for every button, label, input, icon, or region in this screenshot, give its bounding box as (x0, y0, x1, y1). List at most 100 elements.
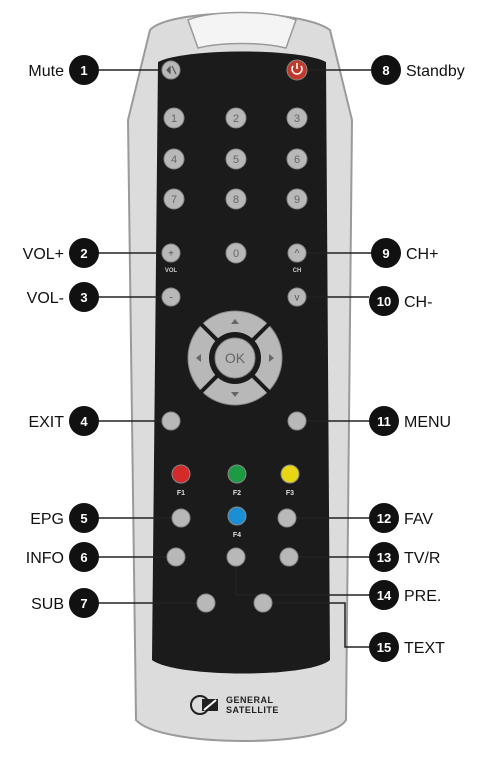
callout-number: 1 (80, 63, 87, 78)
callout-label: VOL- (27, 290, 64, 307)
digit-key-8-label: 8 (233, 194, 239, 206)
vol-label: VOL (165, 268, 178, 274)
digit-key-8[interactable]: 8 (225, 188, 247, 210)
digit-key-6-label: 6 (294, 154, 300, 166)
pre-key-shape (226, 547, 246, 567)
callout-11: 11 MENU (369, 406, 451, 436)
callout-number: 7 (80, 596, 87, 611)
remote-diagram: 1 2 34 5 67 8 90+VOL-^CHvF1 F2 F3F4 OK 1Mute2VOL… (23, 11, 465, 742)
digit-key-9-label: 9 (294, 194, 300, 206)
callout-number: 13 (377, 550, 391, 565)
f2-key[interactable] (227, 464, 247, 484)
info-key-shape (166, 547, 186, 567)
epg-key[interactable] (171, 508, 191, 528)
ch-up-key[interactable]: ^ (287, 243, 307, 263)
digit-key-5[interactable]: 5 (225, 148, 247, 170)
digit-key-4-label: 4 (171, 154, 177, 166)
f2-label: F2 (233, 490, 241, 497)
digit-key-0[interactable]: 0 (225, 242, 247, 264)
callout-3: 3 VOL- (27, 282, 99, 312)
vol-up-key[interactable]: + (161, 243, 181, 263)
vol-down-key-label: - (169, 293, 172, 304)
sub-key[interactable] (196, 593, 216, 613)
ch-down-key[interactable]: v (287, 287, 307, 307)
exit-key-shape (161, 411, 181, 431)
callout-number: 6 (80, 550, 87, 565)
callout-label: MENU (404, 414, 451, 431)
callout-number: 3 (80, 290, 87, 305)
callout-7: 7 SUB (31, 588, 99, 618)
navigation-pad: OK (187, 310, 283, 406)
callout-number: 14 (377, 588, 392, 603)
digit-key-2[interactable]: 2 (225, 107, 247, 129)
f1-label: F1 (177, 490, 185, 497)
sub-key-shape (196, 593, 216, 613)
f3-label: F3 (286, 490, 294, 497)
digit-key-9[interactable]: 9 (286, 188, 308, 210)
digit-key-6[interactable]: 6 (286, 148, 308, 170)
callout-number: 15 (377, 640, 391, 655)
callout-number: 9 (382, 246, 389, 261)
callout-number: 4 (80, 414, 88, 429)
callout-label: EXIT (28, 414, 64, 431)
brand-name: GENERAL SATELLITE (226, 695, 279, 715)
vol-down-key[interactable]: - (161, 287, 181, 307)
ch-up-key-label: ^ (295, 249, 300, 260)
epg-key-shape (171, 508, 191, 528)
f1-key[interactable] (171, 464, 191, 484)
brand-line-2: SATELLITE (226, 705, 279, 715)
callout-8: 8 Standby (371, 55, 465, 85)
callout-6: 6 INFO (26, 542, 99, 572)
menu-key-shape (287, 411, 307, 431)
f1-key-shape (171, 464, 191, 484)
mute-key-shape (161, 60, 181, 80)
callout-1: 1 Mute (28, 55, 99, 85)
exit-key[interactable] (161, 411, 181, 431)
f4-key-shape (227, 506, 247, 526)
info-key[interactable] (166, 547, 186, 567)
callout-label: TEXT (404, 640, 445, 657)
digit-key-7[interactable]: 7 (163, 188, 185, 210)
callout-12: 12 FAV (369, 503, 433, 533)
callout-10: 10 CH- (369, 286, 432, 316)
callout-label: Mute (28, 63, 64, 80)
fav-key[interactable] (277, 508, 297, 528)
mute-key[interactable] (161, 60, 181, 80)
callout-5: 5 EPG (30, 503, 99, 533)
callout-label: TV/R (404, 550, 440, 567)
remote-top-notch (187, 11, 297, 49)
callout-label: FAV (404, 511, 433, 528)
callout-number: 8 (382, 63, 389, 78)
callout-number: 2 (80, 246, 87, 261)
f4-key[interactable] (227, 506, 247, 526)
callout-9: 9 CH+ (371, 238, 438, 268)
digit-key-3[interactable]: 3 (286, 107, 308, 129)
ok-label: OK (225, 350, 246, 366)
digit-key-3-label: 3 (294, 113, 300, 125)
callout-label: SUB (31, 596, 64, 613)
callout-label: CH- (404, 294, 432, 311)
f3-key[interactable] (280, 464, 300, 484)
callout-label: Standby (406, 63, 465, 80)
digit-key-4[interactable]: 4 (163, 148, 185, 170)
digit-key-1[interactable]: 1 (163, 107, 185, 129)
digit-key-1-label: 1 (171, 113, 177, 125)
brand-logo-icon (190, 695, 218, 715)
text-key[interactable] (253, 593, 273, 613)
menu-key[interactable] (287, 411, 307, 431)
callout-15: 15 TEXT (369, 632, 445, 662)
text-key-shape (253, 593, 273, 613)
callout-label: PRE. (404, 588, 441, 605)
digit-key-5-label: 5 (233, 154, 239, 166)
vol-up-key-label: + (168, 249, 174, 260)
callout-label: CH+ (406, 246, 438, 263)
callout-label: INFO (26, 550, 64, 567)
f2-key-shape (227, 464, 247, 484)
f3-key-shape (280, 464, 300, 484)
pre-key[interactable] (226, 547, 246, 567)
digit-key-7-label: 7 (171, 194, 177, 206)
ch-down-key-label: v (295, 293, 300, 304)
callout-label: VOL+ (23, 246, 64, 263)
callout-2: 2 VOL+ (23, 238, 99, 268)
tvr-key[interactable] (279, 547, 299, 567)
